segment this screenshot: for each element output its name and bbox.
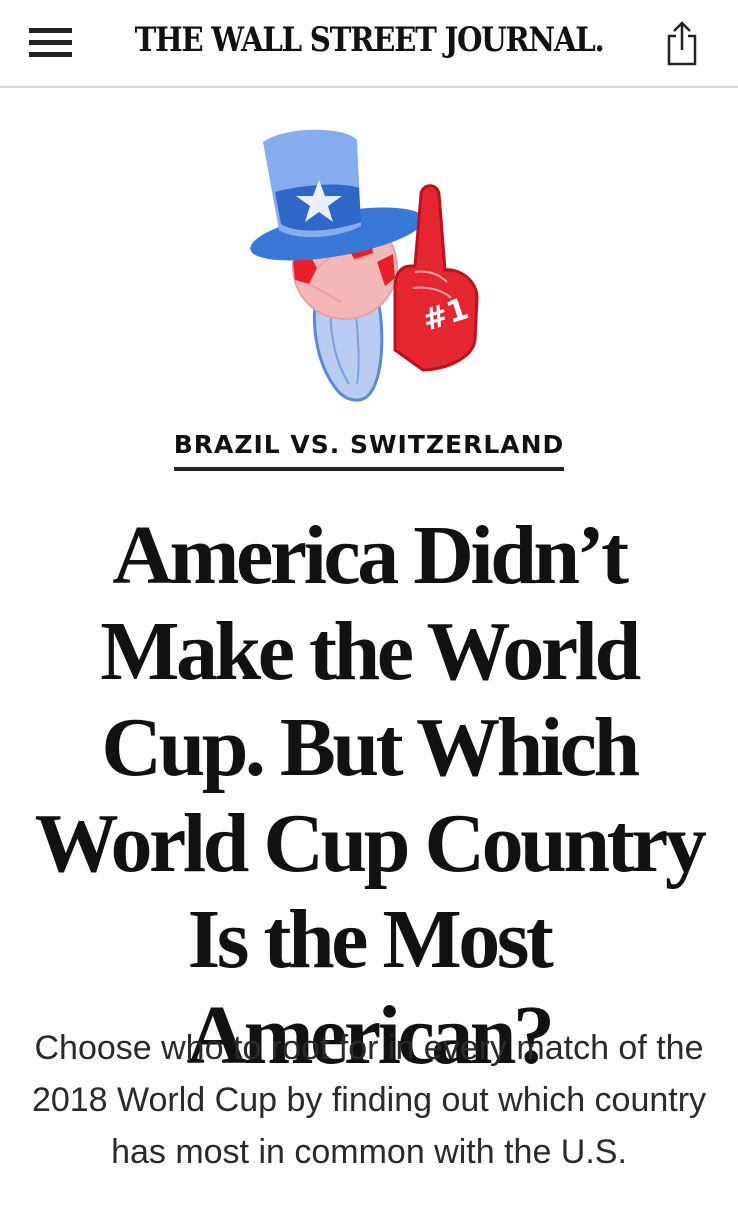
hero-illustration: #1: [245, 122, 495, 412]
share-icon[interactable]: [664, 20, 700, 66]
article-dek: Choose who to root for in every match of…: [31, 1029, 707, 1171]
top-navigation-bar: THE WALL STREET JOURNAL.: [0, 0, 738, 88]
section-kicker-link[interactable]: BRAZIL VS. SWITZERLAND: [173, 430, 565, 471]
kicker-container: BRAZIL VS. SWITZERLAND: [0, 430, 738, 471]
site-logo[interactable]: THE WALL STREET JOURNAL.: [52, 20, 687, 60]
article-headline: America Didn’t Make the World Cup. But W…: [34, 509, 707, 1082]
